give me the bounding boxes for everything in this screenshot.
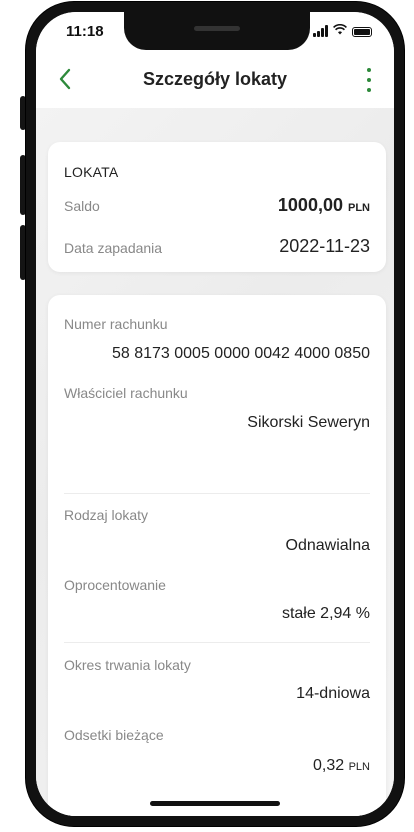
phone-frame: 11:18 Szczegóły lokaty LOKATA Saldo 1000… bbox=[26, 2, 404, 826]
current-interest-label: Odsetki bieżące bbox=[64, 727, 164, 743]
balance-label: Saldo bbox=[64, 198, 100, 214]
deposit-details-card: Numer rachunku 58 8173 0005 0000 0042 40… bbox=[48, 295, 386, 816]
battery-icon bbox=[352, 27, 372, 37]
maturity-label: Data zapadania bbox=[64, 240, 163, 256]
balance-value: 1000,00 PLN bbox=[278, 195, 370, 216]
deposit-type-label: Rodzaj lokaty bbox=[64, 507, 149, 523]
balance-amount: 1000,00 bbox=[277, 195, 343, 215]
account-number-value: 58 8173 0005 0000 0042 4000 0850 bbox=[111, 345, 370, 362]
more-options-button[interactable] bbox=[362, 68, 376, 92]
summary-heading: LOKATA bbox=[64, 164, 119, 180]
divider bbox=[64, 642, 370, 643]
status-icons bbox=[313, 23, 372, 37]
current-interest-amount: 0,32 bbox=[313, 757, 345, 774]
wifi-icon bbox=[333, 23, 347, 37]
owner-value: Sikorski Seweryn bbox=[247, 414, 370, 431]
term-label: Okres trwania lokaty bbox=[64, 657, 191, 673]
deposit-type-value: Odnawialna bbox=[285, 537, 371, 554]
notch bbox=[124, 12, 310, 50]
content-area: LOKATA Saldo 1000,00 PLN Data zapadania … bbox=[36, 108, 394, 816]
status-time: 11:18 bbox=[66, 23, 104, 40]
top-app-bar: Szczegóły lokaty bbox=[36, 52, 394, 109]
more-vertical-icon bbox=[367, 68, 371, 72]
signal-icon bbox=[313, 25, 328, 37]
current-interest-value: 0,32 PLN bbox=[313, 757, 370, 775]
current-interest-currency: PLN bbox=[348, 761, 370, 773]
divider bbox=[64, 493, 370, 494]
home-indicator[interactable] bbox=[150, 801, 280, 806]
phone-screen: 11:18 Szczegóły lokaty LOKATA Saldo 1000… bbox=[36, 12, 394, 816]
page-title: Szczegóły lokaty bbox=[142, 69, 288, 89]
balance-currency: PLN bbox=[348, 202, 370, 214]
owner-label: Właściciel rachunku bbox=[64, 385, 188, 401]
deposit-summary-card: LOKATA Saldo 1000,00 PLN Data zapadania … bbox=[48, 142, 386, 272]
interest-rate-value: stałe 2,94 % bbox=[281, 605, 370, 622]
interest-rate-label: Oprocentowanie bbox=[64, 577, 166, 593]
term-value: 14-dniowa bbox=[296, 685, 370, 702]
maturity-value: 2022-11-23 bbox=[279, 236, 370, 256]
speaker bbox=[194, 26, 240, 31]
account-number-label: Numer rachunku bbox=[64, 316, 168, 332]
